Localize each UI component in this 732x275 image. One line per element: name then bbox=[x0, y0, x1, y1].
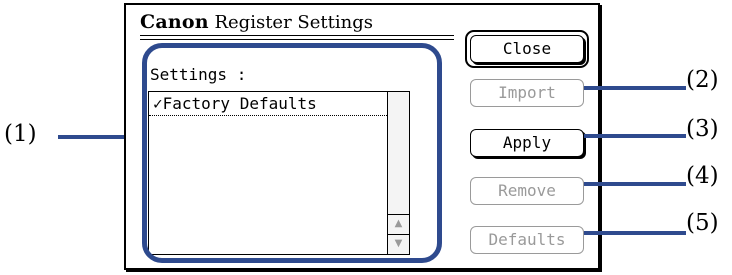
title-rule bbox=[140, 39, 454, 40]
callout-line-3 bbox=[584, 134, 686, 138]
register-settings-dialog: Canon Register Settings Settings : ✓Fact… bbox=[124, 3, 600, 270]
import-button[interactable]: Import bbox=[470, 79, 584, 107]
close-button[interactable]: Close bbox=[470, 35, 584, 63]
callout-line-5 bbox=[584, 231, 686, 235]
dialog-title: Canon Register Settings bbox=[140, 11, 373, 34]
callout-line-4 bbox=[584, 182, 686, 186]
callout-label-3: (3) bbox=[686, 116, 719, 142]
title-rule bbox=[140, 35, 454, 36]
defaults-button[interactable]: Defaults bbox=[470, 226, 584, 254]
remove-button[interactable]: Remove bbox=[470, 177, 584, 205]
settings-highlight-frame bbox=[142, 43, 442, 263]
callout-label-1: (1) bbox=[4, 121, 37, 147]
callout-label-5: (5) bbox=[686, 210, 719, 236]
callout-label-2: (2) bbox=[686, 67, 719, 93]
apply-button[interactable]: Apply bbox=[470, 129, 584, 157]
dialog-title-text: Register Settings bbox=[214, 12, 373, 33]
callout-label-4: (4) bbox=[686, 163, 719, 189]
brand-logo: Canon bbox=[140, 11, 209, 33]
callout-line-2 bbox=[584, 86, 686, 90]
